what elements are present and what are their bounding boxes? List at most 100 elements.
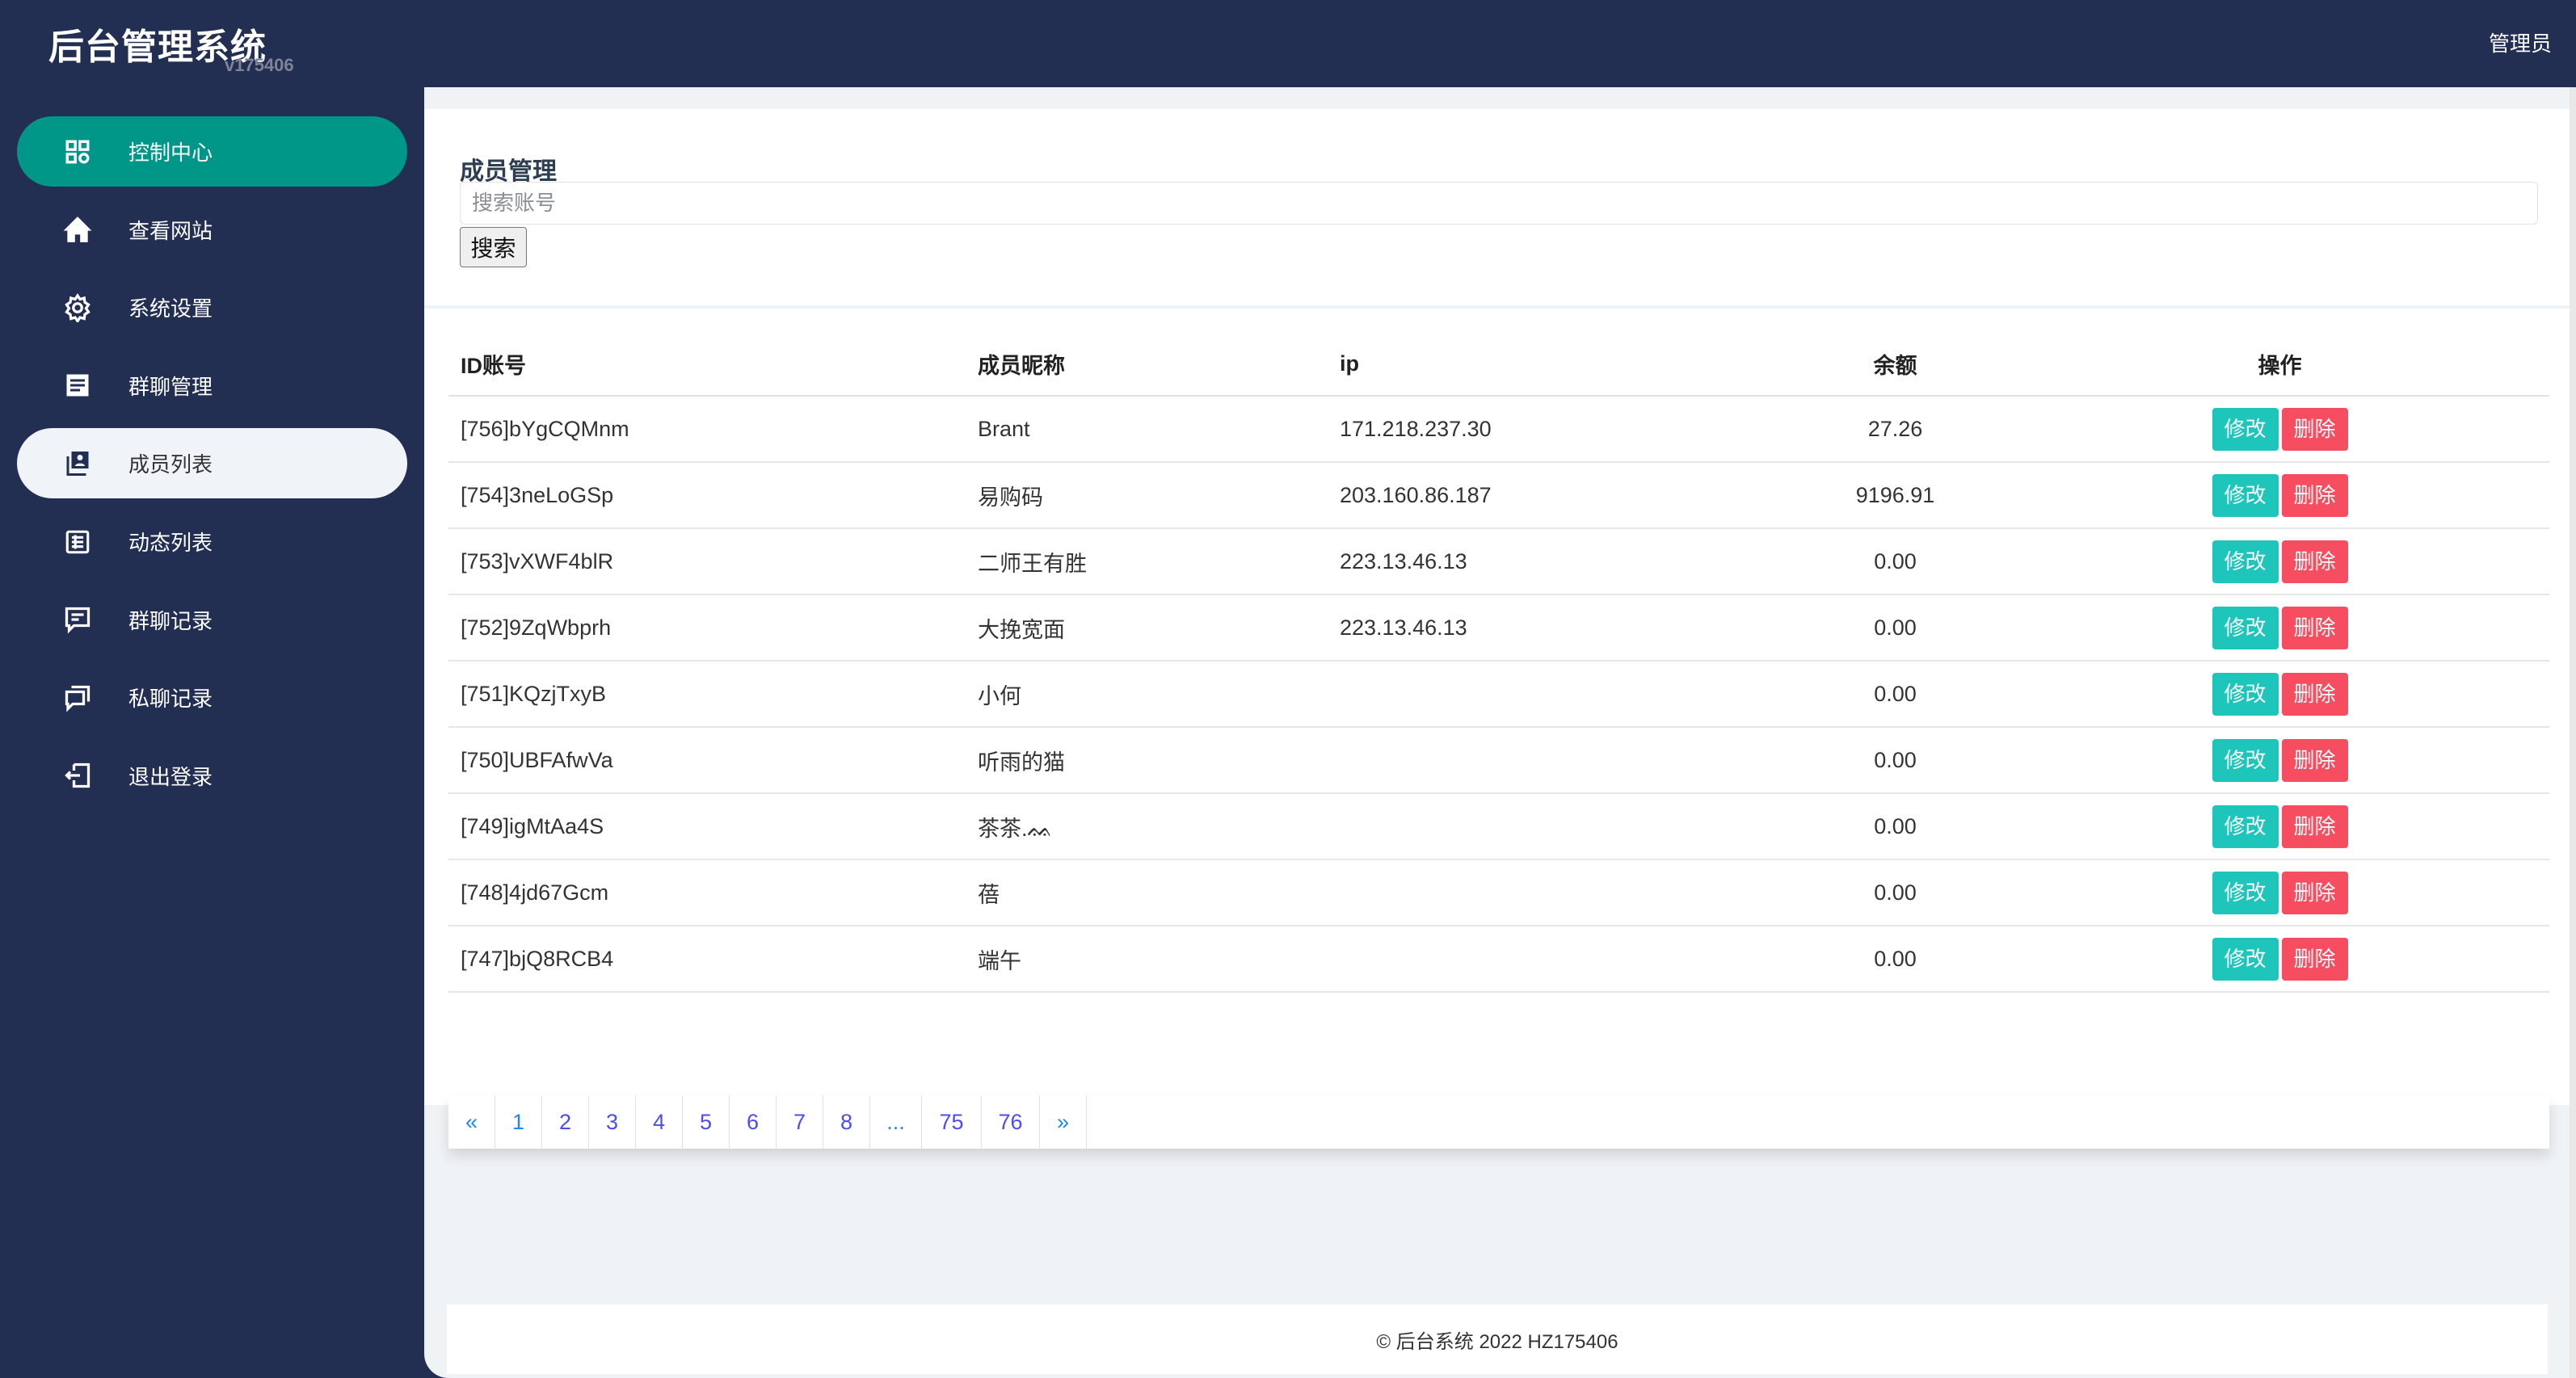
user-menu[interactable]: 管理员 [2489, 27, 2552, 57]
prev-page[interactable]: « [448, 1095, 495, 1149]
cell-balance: 0.00 [1780, 727, 1998, 794]
edit-button[interactable]: 修改 [2212, 540, 2279, 583]
sidebar-item-label: 成员列表 [128, 452, 213, 477]
cell-id: [751]KQzjTxyB [448, 661, 966, 728]
header-ip: ip [1328, 333, 1780, 397]
search-input[interactable] [460, 182, 2538, 225]
page-link[interactable]: 3 [589, 1095, 636, 1149]
cell-nickname: 端午 [966, 926, 1328, 993]
next-page[interactable]: » [1040, 1095, 1087, 1149]
sidebar-item-0[interactable]: 控制中心 [17, 116, 407, 187]
sidebar-item-6[interactable]: 群聊记录 [17, 585, 407, 655]
edit-button[interactable]: 修改 [2212, 473, 2279, 517]
cell-id: [750]UBFAfwVa [448, 727, 966, 794]
sidebar-item-label: 退出登录 [128, 764, 213, 789]
member-table-card: ID账号 成员昵称 ip 余额 操作 [756]bYgCQMnm Brant 1… [424, 309, 2570, 1149]
cell-actions: 修改 删除 [1998, 528, 2549, 595]
edit-button[interactable]: 修改 [2212, 871, 2279, 914]
page-link[interactable]: 1 [495, 1095, 542, 1149]
cell-nickname: 大挽宽面 [966, 594, 1328, 662]
delete-button[interactable]: 删除 [2281, 540, 2348, 583]
edit-button[interactable]: 修改 [2212, 937, 2279, 981]
cell-id: [756]bYgCQMnm [448, 396, 966, 463]
cell-ip: 171.218.237.30 [1328, 396, 1780, 463]
sidebar-item-7[interactable]: 私聊记录 [17, 662, 407, 733]
cell-nickname: 二师王有胜 [966, 528, 1328, 595]
page-link[interactable]: 5 [683, 1095, 730, 1149]
edit-button[interactable]: 修改 [2212, 805, 2279, 848]
cell-nickname: 易购码 [966, 462, 1328, 529]
logout-icon [61, 759, 94, 792]
search-button[interactable]: 搜索 [460, 227, 527, 267]
cell-actions: 修改 删除 [1998, 926, 2549, 993]
cell-nickname: Brant [966, 396, 1328, 463]
header-id: ID账号 [448, 333, 966, 397]
cell-balance: 0.00 [1780, 594, 1998, 662]
delete-button[interactable]: 删除 [2281, 672, 2348, 716]
table-row: [747]bjQ8RCB4 端午 0.00 修改 删除 [448, 926, 2549, 993]
cell-ip [1328, 727, 1780, 794]
page-link[interactable]: 6 [730, 1095, 777, 1149]
cell-balance: 9196.91 [1780, 462, 1998, 529]
cell-ip [1328, 859, 1780, 926]
sidebar-item-label: 群聊记录 [128, 608, 213, 633]
sidebar-item-label: 私聊记录 [128, 687, 213, 712]
pagination: «1 2 3 4 5 6 7 8... 75 76» [448, 1095, 2549, 1149]
header-nickname: 成员昵称 [966, 333, 1328, 397]
grid-icon [61, 136, 94, 168]
cell-id: [752]9ZqWbprh [448, 594, 966, 662]
sidebar-item-5[interactable]: 动态列表 [17, 506, 407, 577]
delete-button[interactable]: 删除 [2281, 871, 2348, 914]
cell-nickname: 听雨的猫 [966, 727, 1328, 794]
cell-ip: 223.13.46.13 [1328, 528, 1780, 595]
cell-ip: 223.13.46.13 [1328, 594, 1780, 662]
sidebar-item-2[interactable]: 系统设置 [17, 272, 407, 342]
cell-balance: 0.00 [1780, 926, 1998, 993]
delete-button[interactable]: 删除 [2281, 937, 2348, 981]
sidebar-item-3[interactable]: 群聊管理 [17, 351, 407, 421]
edit-button[interactable]: 修改 [2212, 738, 2279, 782]
delete-button[interactable]: 删除 [2281, 738, 2348, 782]
scrollbar[interactable] [2570, 87, 2576, 1378]
cell-nickname: 小何 [966, 661, 1328, 728]
delete-button[interactable]: 删除 [2281, 473, 2348, 517]
page-link[interactable]: 2 [542, 1095, 589, 1149]
edit-button[interactable]: 修改 [2212, 407, 2279, 451]
page-link[interactable]: 76 [982, 1095, 1040, 1149]
cell-id: [749]igMtAa4S [448, 793, 966, 860]
cell-ip [1328, 793, 1780, 860]
page-link[interactable]: 4 [636, 1095, 683, 1149]
cell-actions: 修改 删除 [1998, 594, 2549, 662]
cell-actions: 修改 删除 [1998, 793, 2549, 860]
cell-ip: 203.160.86.187 [1328, 462, 1780, 529]
edit-button[interactable]: 修改 [2212, 672, 2279, 716]
delete-button[interactable]: 删除 [2281, 407, 2348, 451]
cell-id: [753]vXWF4blR [448, 528, 966, 595]
table-row: [753]vXWF4blR 二师王有胜 223.13.46.13 0.00 修改… [448, 528, 2549, 595]
delete-button[interactable]: 删除 [2281, 606, 2348, 649]
sidebar-item-4[interactable]: 成员列表 [17, 428, 407, 499]
list-card-icon [61, 369, 94, 401]
page-link[interactable]: 8 [823, 1095, 870, 1149]
cell-ip [1328, 661, 1780, 728]
edit-button[interactable]: 修改 [2212, 606, 2279, 649]
table-row: [751]KQzjTxyB 小何 0.00 修改 删除 [448, 661, 2549, 728]
sidebar-item-8[interactable]: 退出登录 [17, 741, 407, 811]
table-row: [749]igMtAa4S 茶茶.ᨐ 0.00 修改 删除 [448, 793, 2549, 860]
page-link[interactable]: 7 [777, 1095, 823, 1149]
cell-actions: 修改 删除 [1998, 859, 2549, 926]
cell-id: [748]4jd67Gcm [448, 859, 966, 926]
header-balance: 余额 [1780, 333, 1998, 397]
cell-balance: 27.26 [1780, 396, 1998, 463]
cell-balance: 0.00 [1780, 859, 1998, 926]
sidebar-item-label: 查看网站 [128, 218, 213, 243]
delete-button[interactable]: 删除 [2281, 805, 2348, 848]
page-link[interactable]: 75 [922, 1095, 982, 1149]
cell-balance: 0.00 [1780, 528, 1998, 595]
page-link: ... [870, 1095, 922, 1149]
cell-nickname: 蓓 [966, 859, 1328, 926]
table-row: [750]UBFAfwVa 听雨的猫 0.00 修改 删除 [448, 727, 2549, 794]
chat-icon [61, 603, 94, 636]
cell-id: [754]3neLoGSp [448, 462, 966, 529]
sidebar-item-1[interactable]: 查看网站 [17, 195, 407, 265]
